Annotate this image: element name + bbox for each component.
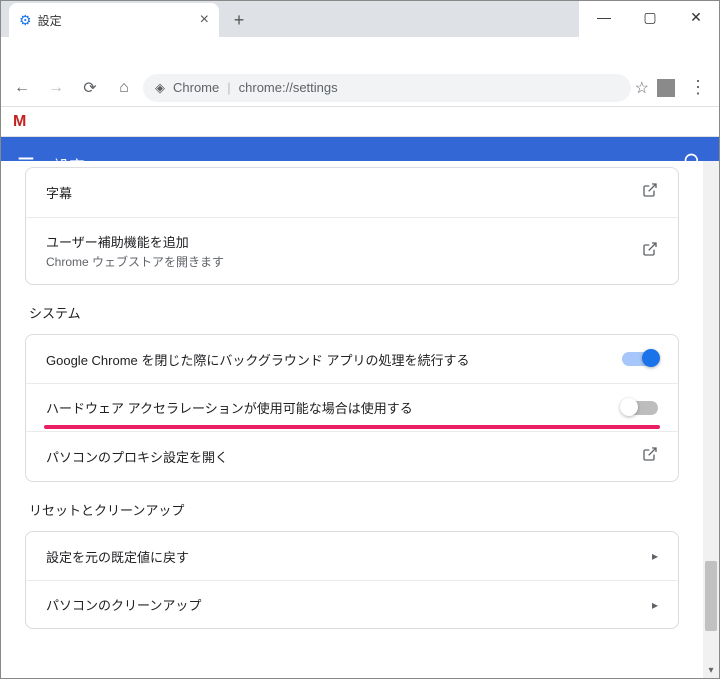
accessibility-card: 字幕 ユーザー補助機能を追加 Chrome ウェブストアを開きます [25, 167, 679, 285]
forward-button[interactable]: → [41, 73, 71, 103]
bookmark-star-icon[interactable]: ☆ [635, 78, 649, 98]
restore-defaults-row[interactable]: 設定を元の既定値に戻す ▸ [26, 532, 678, 580]
highlight-annotation [44, 425, 660, 429]
chrome-icon: ◈ [155, 80, 165, 96]
add-accessibility-row[interactable]: ユーザー補助機能を追加 Chrome ウェブストアを開きます [26, 217, 678, 284]
omnibox-divider: | [227, 80, 230, 95]
gmail-bookmark-icon[interactable]: M [13, 113, 26, 131]
maximize-button[interactable]: ▢ [627, 1, 673, 33]
scroll-down-arrow[interactable]: ▾ [703, 662, 719, 678]
chevron-right-icon: ▸ [652, 549, 658, 563]
reset-card: 設定を元の既定値に戻す ▸ パソコンのクリーンアップ ▸ [25, 531, 679, 629]
new-tab-button[interactable]: + [225, 6, 253, 34]
omnibox-scheme: Chrome [173, 80, 219, 95]
open-external-icon [642, 241, 658, 262]
background-apps-toggle[interactable] [622, 352, 658, 366]
tab-title: 設定 [38, 12, 62, 29]
restore-defaults-label: 設定を元の既定値に戻す [46, 547, 189, 566]
hardware-accel-label: ハードウェア アクセラレーションが使用可能な場合は使用する [46, 398, 413, 417]
close-window-button[interactable]: ✕ [673, 1, 719, 33]
browser-tab[interactable]: ⚙ 設定 × [9, 3, 219, 37]
minimize-button[interactable]: — [581, 1, 627, 33]
open-external-icon [642, 446, 658, 467]
add-accessibility-label: ユーザー補助機能を追加 [46, 232, 224, 251]
captions-row[interactable]: 字幕 [26, 168, 678, 217]
gear-icon: ⚙ [19, 12, 32, 29]
settings-content: 字幕 ユーザー補助機能を追加 Chrome ウェブストアを開きます システム G… [1, 161, 703, 678]
omnibox-url: chrome://settings [239, 80, 338, 95]
home-button[interactable]: ⌂ [109, 73, 139, 103]
vertical-scrollbar[interactable]: ▾ [703, 161, 719, 678]
open-external-icon [642, 182, 658, 203]
cleanup-row[interactable]: パソコンのクリーンアップ ▸ [26, 580, 678, 628]
extension-icon[interactable] [657, 79, 675, 97]
hardware-accel-row: ハードウェア アクセラレーションが使用可能な場合は使用する [26, 383, 678, 431]
back-button[interactable]: ← [7, 73, 37, 103]
bookmarks-bar: M [1, 107, 719, 137]
system-card: Google Chrome を閉じた際にバックグラウンド アプリの処理を続行する… [25, 334, 679, 482]
background-apps-row: Google Chrome を閉じた際にバックグラウンド アプリの処理を続行する [26, 335, 678, 383]
close-tab-icon[interactable]: × [200, 11, 209, 29]
reset-section-title: リセットとクリーンアップ [29, 500, 675, 519]
cleanup-label: パソコンのクリーンアップ [46, 595, 201, 614]
proxy-label: パソコンのプロキシ設定を開く [46, 447, 228, 466]
address-bar[interactable]: ◈ Chrome | chrome://settings [143, 74, 631, 102]
background-apps-label: Google Chrome を閉じた際にバックグラウンド アプリの処理を続行する [46, 350, 469, 369]
tab-strip: ⚙ 設定 × + [1, 1, 579, 37]
chevron-right-icon: ▸ [652, 598, 658, 612]
scrollbar-thumb[interactable] [705, 561, 717, 631]
browser-toolbar: ← → ⟳ ⌂ ◈ Chrome | chrome://settings ☆ ⋮ [1, 69, 719, 107]
reload-button[interactable]: ⟳ [75, 73, 105, 103]
hardware-accel-toggle[interactable] [622, 401, 658, 415]
chrome-menu-icon[interactable]: ⋮ [683, 77, 713, 98]
system-section-title: システム [29, 303, 675, 322]
proxy-row[interactable]: パソコンのプロキシ設定を開く [26, 431, 678, 481]
add-accessibility-sub: Chrome ウェブストアを開きます [46, 253, 224, 270]
captions-label: 字幕 [46, 183, 72, 202]
